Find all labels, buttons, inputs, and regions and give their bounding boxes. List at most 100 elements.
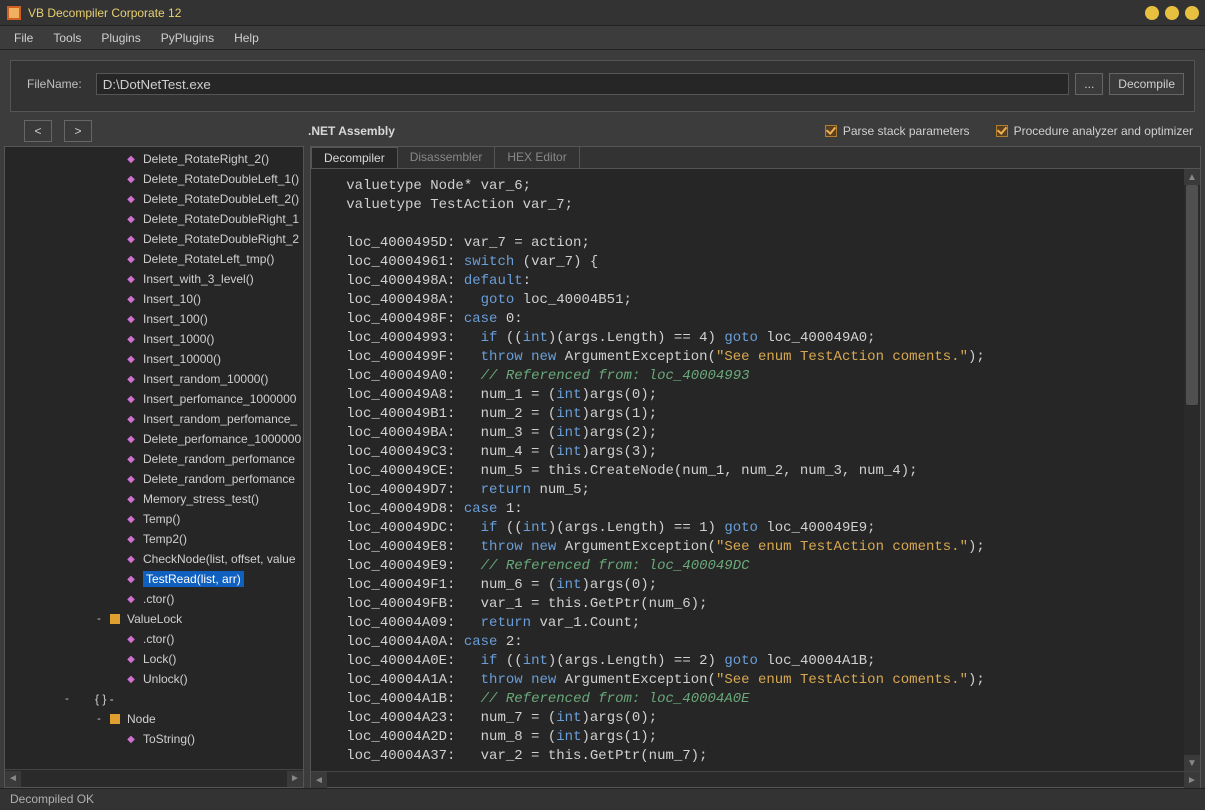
tree-item-label: Insert_random_perfomance_ <box>143 412 297 426</box>
tree-item-label: Delete_RotateRight_2() <box>143 152 269 166</box>
tree-item[interactable]: ◆ Delete_RotateLeft_tmp() <box>5 249 303 269</box>
tree-item[interactable]: ◆Delete_RotateDoubleLeft_2() <box>5 189 303 209</box>
expand-icon[interactable]: - <box>93 713 105 725</box>
browse-button[interactable]: ... <box>1075 73 1103 95</box>
menu-bar: File Tools Plugins PyPlugins Help <box>0 26 1205 50</box>
scroll-right-icon[interactable]: ► <box>287 771 303 787</box>
method-icon: ◆ <box>124 552 138 566</box>
close-icon[interactable] <box>1185 6 1199 20</box>
tree-item-label: { } - <box>95 692 114 706</box>
menu-file[interactable]: File <box>4 27 43 49</box>
tree-item-label: Delete_RotateLeft_tmp() <box>143 252 274 266</box>
tree-item[interactable]: ◆Temp() <box>5 509 303 529</box>
tree-item-label: Unlock() <box>143 672 188 686</box>
tab-hex-editor[interactable]: HEX Editor <box>495 147 579 168</box>
tree-item[interactable]: ◆ Insert_10() <box>5 289 303 309</box>
scroll-right-icon[interactable]: ► <box>1184 772 1200 788</box>
expand-icon[interactable]: - <box>93 613 105 625</box>
menu-pyplugins[interactable]: PyPlugins <box>151 27 224 49</box>
expand-icon[interactable]: - <box>61 693 73 705</box>
menu-tools[interactable]: Tools <box>43 27 91 49</box>
maximize-icon[interactable] <box>1165 6 1179 20</box>
tree-item[interactable]: ◆.ctor() <box>5 629 303 649</box>
tab-disassembler[interactable]: Disassembler <box>398 147 496 168</box>
code-view[interactable]: valuetype Node* var_6; valuetype TestAct… <box>311 169 1184 771</box>
tree-item[interactable]: ◆.ctor() <box>5 589 303 609</box>
tree-item-label: Delete_RotateDoubleRight_1 <box>143 212 299 226</box>
scroll-down-icon[interactable]: ▼ <box>1184 755 1200 771</box>
nav-back-button[interactable]: < <box>24 120 52 142</box>
tree-item[interactable]: ◆Insert_random_10000() <box>5 369 303 389</box>
tree-item[interactable]: ◆Delete_random_perfomance <box>5 449 303 469</box>
method-icon: ◆ <box>124 592 138 606</box>
tree-item[interactable]: ◆ToString() <box>5 729 303 749</box>
checkbox-icon <box>825 125 837 137</box>
tree-item[interactable]: ◆Delete_perfomance_1000000 <box>5 429 303 449</box>
method-icon: ◆ <box>124 632 138 646</box>
code-tabs: Decompiler Disassembler HEX Editor <box>311 147 1200 169</box>
tree-item[interactable]: ◆Insert_random_perfomance_ <box>5 409 303 429</box>
tree-item[interactable]: ◆Lock() <box>5 649 303 669</box>
tree-item[interactable]: ◆TestRead(list, arr) <box>5 569 303 589</box>
decompile-button[interactable]: Decompile <box>1109 73 1184 95</box>
scroll-up-icon[interactable]: ▲ <box>1184 169 1200 185</box>
method-icon: ◆ <box>124 652 138 666</box>
filename-label: FileName: <box>27 77 82 91</box>
tree-item[interactable]: -Node <box>5 709 303 729</box>
tree-item[interactable]: ◆Temp2() <box>5 529 303 549</box>
tree-item[interactable]: ◆ Delete_RotateDoubleRight_1 <box>5 209 303 229</box>
tree-item-label: Insert_10000() <box>143 352 221 366</box>
scroll-left-icon[interactable]: ◄ <box>5 771 21 787</box>
tree-item[interactable]: - { } - <box>5 689 303 709</box>
tree-pane[interactable]: ◆Delete_RotateRight_2()◆Delete_RotateDou… <box>4 146 304 788</box>
tree-h-scrollbar[interactable]: ◄ ► <box>5 769 303 787</box>
tree-item-label: Insert_with_3_level() <box>143 272 254 286</box>
method-icon: ◆ <box>124 152 138 166</box>
scrollbar-thumb[interactable] <box>1186 185 1198 405</box>
method-icon: ◆ <box>124 212 138 226</box>
tree-item-label: ValueLock <box>127 612 182 626</box>
method-icon: ◆ <box>124 172 138 186</box>
method-icon: ◆ <box>124 432 138 446</box>
tree-item[interactable]: ◆CheckNode(list, offset, value <box>5 549 303 569</box>
window-title: VB Decompiler Corporate 12 <box>28 6 1139 20</box>
tree-item[interactable]: ◆Insert_1000() <box>5 329 303 349</box>
tree-item-label: Temp2() <box>143 532 187 546</box>
tree-item[interactable]: ◆Memory_stress_test() <box>5 489 303 509</box>
class-icon <box>108 612 122 626</box>
tree-item[interactable]: ◆Delete_random_perfomance <box>5 469 303 489</box>
method-icon: ◆ <box>124 572 138 586</box>
code-v-scrollbar[interactable]: ▲ ▼ <box>1184 169 1200 771</box>
tree-item-label: Insert_random_10000() <box>143 372 268 386</box>
tree-item-label: Insert_100() <box>143 312 208 326</box>
menu-plugins[interactable]: Plugins <box>91 27 150 49</box>
tree-item[interactable]: ◆Insert_100() <box>5 309 303 329</box>
tree-item[interactable]: ◆Insert_perfomance_1000000 <box>5 389 303 409</box>
tree-item[interactable]: ◆Unlock() <box>5 669 303 689</box>
method-icon: ◆ <box>124 452 138 466</box>
tree-item[interactable]: ◆Delete_RotateDoubleRight_2 <box>5 229 303 249</box>
method-icon: ◆ <box>124 292 138 306</box>
method-icon: ◆ <box>124 732 138 746</box>
nav-forward-button[interactable]: > <box>64 120 92 142</box>
procedure-analyzer-checkbox[interactable]: Procedure analyzer and optimizer <box>996 124 1193 138</box>
minimize-icon[interactable] <box>1145 6 1159 20</box>
tree-item[interactable]: ◆ Delete_RotateDoubleLeft_1() <box>5 169 303 189</box>
tree-item-label: Temp() <box>143 512 180 526</box>
tree-item[interactable]: ◆Insert_10000() <box>5 349 303 369</box>
tree-item[interactable]: ◆ Delete_RotateRight_2() <box>5 149 303 169</box>
menu-help[interactable]: Help <box>224 27 269 49</box>
tree-item[interactable]: ◆Insert_with_3_level() <box>5 269 303 289</box>
code-h-scrollbar[interactable]: ◄ ► <box>311 771 1200 787</box>
tree-item-label: Delete_RotateDoubleLeft_1() <box>143 172 299 186</box>
tree-item-label: Insert_10() <box>143 292 201 306</box>
filename-input[interactable] <box>96 73 1070 95</box>
scroll-left-icon[interactable]: ◄ <box>311 772 327 788</box>
parse-stack-checkbox[interactable]: Parse stack parameters <box>825 124 970 138</box>
tree-item[interactable]: - ValueLock <box>5 609 303 629</box>
method-icon: ◆ <box>124 232 138 246</box>
tree-item-label: Delete_random_perfomance <box>143 472 295 486</box>
method-icon: ◆ <box>124 252 138 266</box>
tab-decompiler[interactable]: Decompiler <box>311 147 398 168</box>
method-icon: ◆ <box>124 492 138 506</box>
